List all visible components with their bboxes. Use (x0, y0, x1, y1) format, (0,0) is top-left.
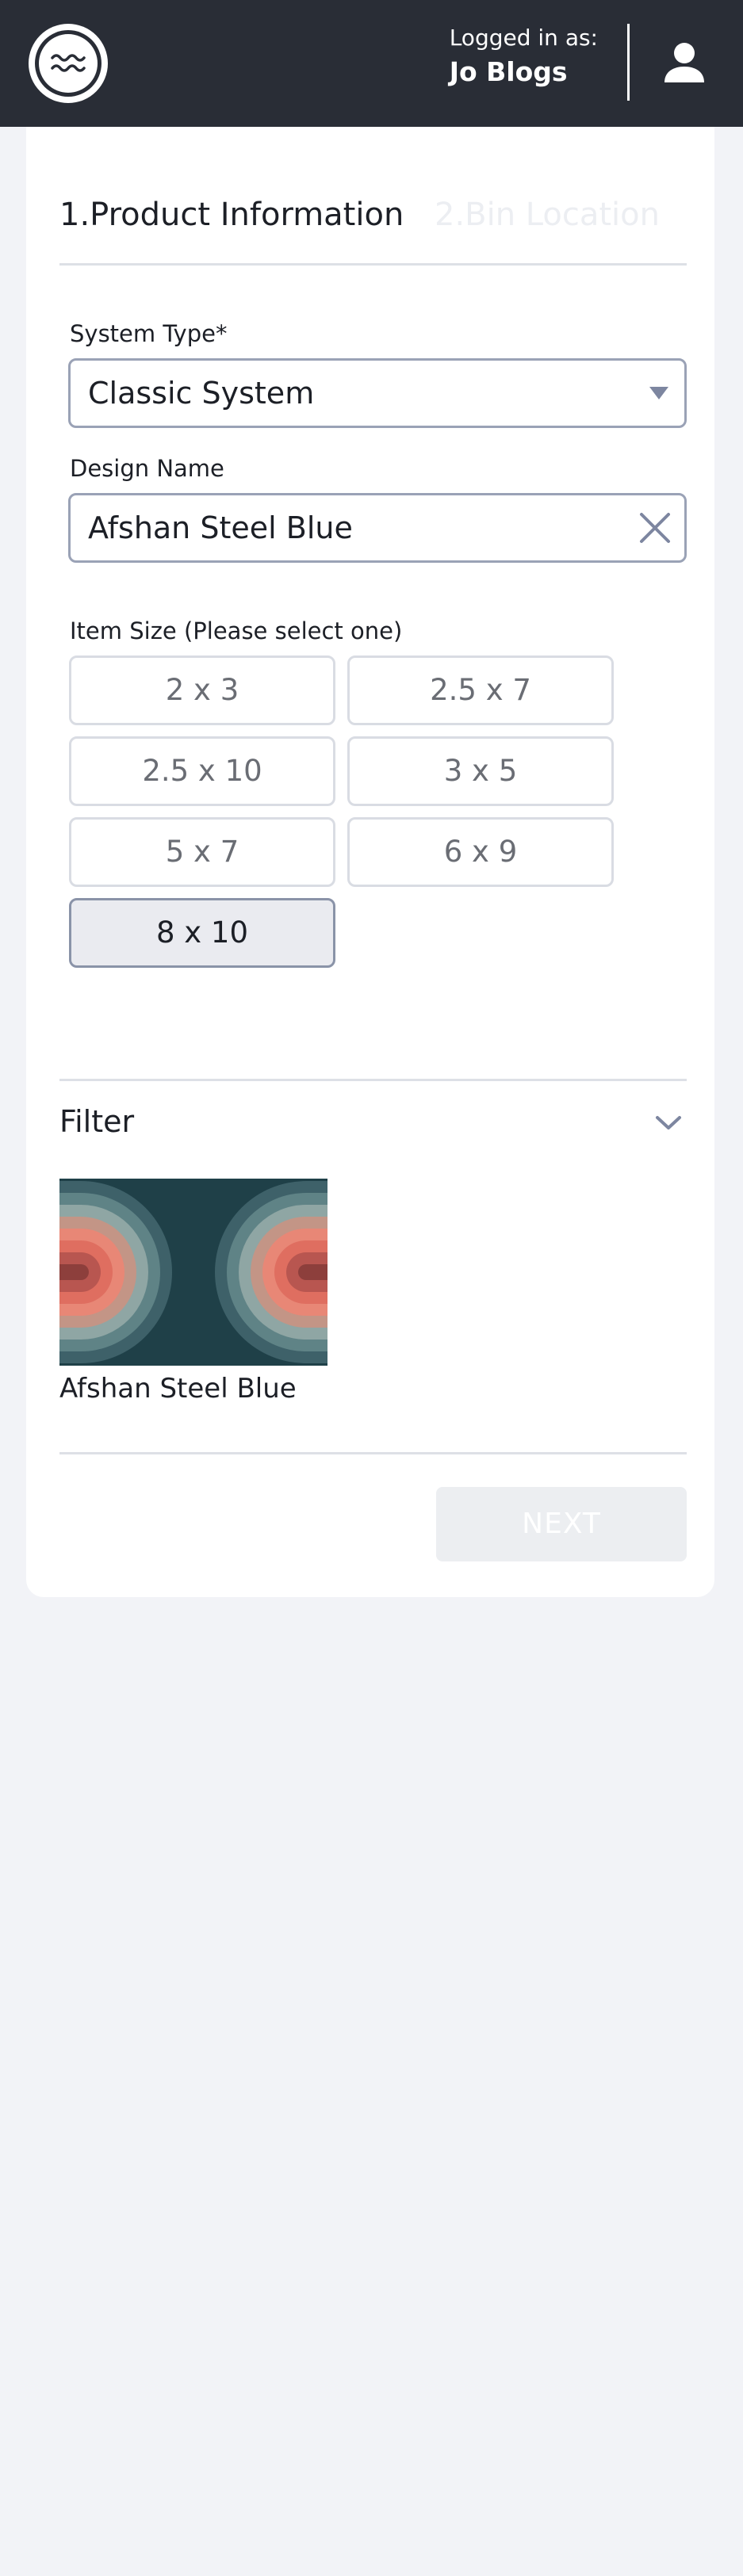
header-divider (627, 24, 630, 101)
size-option[interactable]: 2.5 x 7 (347, 655, 614, 725)
design-name-value: Afshan Steel Blue (88, 510, 353, 545)
user-icon[interactable] (663, 41, 706, 84)
size-option[interactable]: 6 x 9 (347, 817, 614, 887)
tab-bin-location[interactable]: 2.Bin Location (435, 195, 660, 235)
size-option[interactable]: 3 x 5 (347, 736, 614, 806)
design-name-input[interactable]: Afshan Steel Blue (68, 493, 687, 563)
next-button[interactable]: NEXT (436, 1487, 687, 1561)
size-option[interactable]: 5 x 7 (69, 817, 335, 887)
footer-divider (59, 1452, 687, 1454)
filter-divider (59, 1079, 687, 1081)
design-thumbnail[interactable] (59, 1179, 327, 1366)
item-size-label: Item Size (Please select one) (70, 617, 403, 644)
logged-in-info: Logged in as: Jo Blogs (450, 22, 598, 90)
product-card: 1.Product Information 2.Bin Location Sys… (26, 127, 714, 1597)
design-name-label: Design Name (70, 455, 224, 482)
waves-logo-icon[interactable] (29, 24, 108, 103)
size-option[interactable]: 2.5 x 10 (69, 736, 335, 806)
caret-down-icon (649, 387, 668, 403)
design-thumbnail-caption: Afshan Steel Blue (59, 1373, 297, 1405)
logged-in-label: Logged in as: (449, 25, 598, 51)
top-bar: Logged in as: Jo Blogs (0, 0, 743, 127)
tab-product-information[interactable]: 1.Product Information (59, 195, 404, 235)
filter-title[interactable]: Filter (59, 1102, 134, 1141)
system-type-label: System Type* (70, 320, 228, 347)
size-option-selected[interactable]: 8 x 10 (69, 898, 335, 968)
size-option[interactable]: 2 x 3 (69, 655, 335, 725)
chevron-down-icon[interactable] (655, 1115, 682, 1134)
user-name: Jo Blogs (449, 56, 568, 87)
steps-divider (59, 263, 687, 266)
system-type-value: Classic System (88, 376, 315, 411)
close-icon[interactable] (638, 511, 672, 545)
system-type-select[interactable]: Classic System (68, 358, 687, 428)
